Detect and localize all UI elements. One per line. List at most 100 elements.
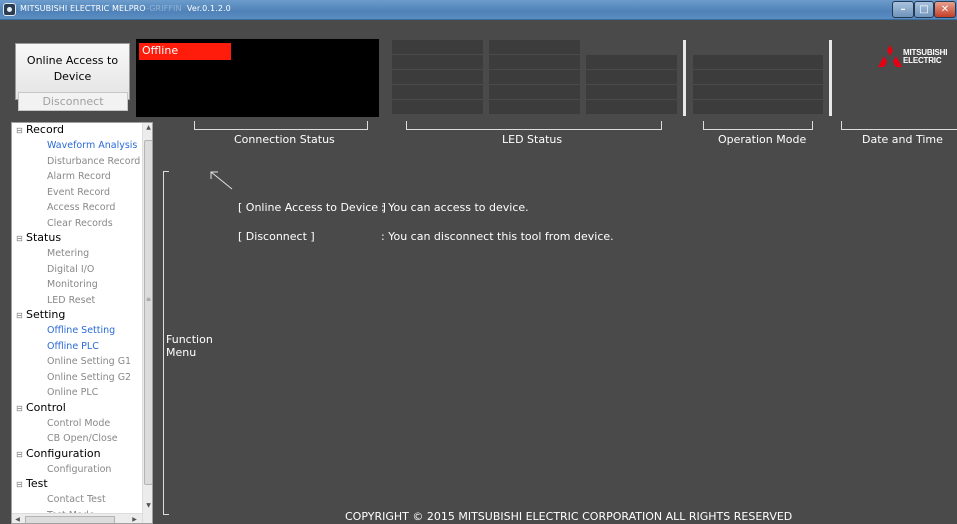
tree-item[interactable]: Monitoring bbox=[12, 277, 142, 293]
collapse-toggle-icon[interactable]: ⊟ bbox=[16, 309, 26, 323]
led-indicator bbox=[489, 55, 580, 69]
collapse-toggle-icon[interactable]: ⊟ bbox=[16, 448, 26, 462]
connection-status-label: Connection Status bbox=[234, 133, 335, 146]
tree-item[interactable]: Online PLC bbox=[12, 385, 142, 401]
led-indicator bbox=[392, 55, 483, 69]
function-menu-label-line1: Function bbox=[166, 333, 213, 346]
led-status-label: LED Status bbox=[502, 133, 563, 146]
operation-mode-indicator bbox=[693, 70, 823, 84]
info-disconnect-desc: : You can disconnect this tool from devi… bbox=[381, 230, 614, 243]
tree-item[interactable]: Access Record bbox=[12, 200, 142, 216]
tree-item[interactable]: Online Setting G2 bbox=[12, 370, 142, 386]
led-indicator bbox=[489, 70, 580, 84]
function-menu-label-line2: Menu bbox=[166, 346, 197, 359]
window-title: MITSUBISHI ELECTRIC MELPRO-GRIFFIN Ver.0… bbox=[20, 4, 231, 13]
led-indicator bbox=[392, 70, 483, 84]
title-version: Ver.0.1.2.0 bbox=[186, 4, 231, 13]
tree-category-label: Record bbox=[26, 123, 65, 136]
led-indicator bbox=[392, 100, 483, 114]
tree-item[interactable]: Control Mode bbox=[12, 416, 142, 432]
collapse-toggle-icon[interactable]: ⊟ bbox=[16, 124, 26, 138]
tree-item[interactable]: Disturbance Record bbox=[12, 154, 142, 170]
led-indicator bbox=[392, 40, 483, 54]
maximize-icon: □ bbox=[919, 4, 929, 15]
minimize-button[interactable]: – bbox=[892, 1, 914, 18]
tree-item[interactable]: Contact Test bbox=[12, 492, 142, 508]
logo-text: MITSUBISHI ELECTRIC bbox=[903, 49, 947, 65]
scroll-down-icon[interactable]: ▼ bbox=[143, 501, 152, 511]
tree-item[interactable]: Waveform Analysis bbox=[12, 138, 142, 154]
led-indicator bbox=[586, 70, 677, 84]
copyright-text: COPYRIGHT © 2015 MITSUBISHI ELECTRIC COR… bbox=[345, 510, 793, 523]
tree-item[interactable]: Offline PLC bbox=[12, 339, 142, 355]
collapse-toggle-icon[interactable]: ⊟ bbox=[16, 478, 26, 492]
close-icon: ✕ bbox=[940, 4, 950, 15]
led-indicator bbox=[489, 100, 580, 114]
scroll-grip-icon: ≡ bbox=[145, 296, 152, 303]
divider bbox=[683, 40, 686, 116]
tree-category-label: Status bbox=[26, 231, 62, 244]
app-icon bbox=[3, 3, 16, 16]
tree-category-label: Control bbox=[26, 400, 66, 414]
led-indicator bbox=[489, 40, 580, 54]
tree-item[interactable]: Clear Records bbox=[12, 216, 142, 232]
scroll-right-icon[interactable]: ▶ bbox=[130, 515, 139, 523]
tree-item[interactable]: Online Setting G1 bbox=[12, 354, 142, 370]
horizontal-scrollbar[interactable]: ◀ ▶ bbox=[12, 513, 142, 523]
divider bbox=[829, 40, 832, 116]
operation-mode-label: Operation Mode bbox=[718, 133, 807, 146]
operation-mode-indicator bbox=[693, 100, 823, 114]
tree-item[interactable]: Offline Setting bbox=[12, 323, 142, 339]
collapse-toggle-icon[interactable]: ⊟ bbox=[16, 402, 26, 416]
minimize-icon: – bbox=[900, 4, 906, 15]
tree-category[interactable]: ⊟ Setting bbox=[12, 308, 142, 323]
logo-text-line2: ELECTRIC bbox=[903, 56, 942, 65]
maximize-button[interactable]: □ bbox=[914, 1, 934, 18]
vertical-scrollbar[interactable]: ▲ ≡ ▼ bbox=[142, 123, 152, 523]
title-bar[interactable]: MITSUBISHI ELECTRIC MELPRO-GRIFFIN Ver.0… bbox=[0, 0, 957, 20]
tree-item[interactable]: LED Reset bbox=[12, 293, 142, 309]
tree-item[interactable]: Metering bbox=[12, 246, 142, 262]
tree-category[interactable]: ⊟ Status bbox=[12, 231, 142, 246]
tree-category[interactable]: ⊟ Record bbox=[12, 123, 142, 138]
led-status-bracket bbox=[406, 121, 662, 130]
tree-category-label: Configuration bbox=[26, 446, 101, 460]
led-indicator bbox=[586, 100, 677, 114]
title-faint: -GRIFFIN bbox=[145, 4, 182, 13]
led-indicator bbox=[392, 85, 483, 99]
tree-content: ⊟ Record Waveform Analysis Disturbance Reco… bbox=[12, 123, 142, 523]
led-indicator bbox=[586, 85, 677, 99]
operation-mode-indicator bbox=[693, 85, 823, 99]
app-window: MITSUBISHI ELECTRIC MELPRO-GRIFFIN Ver.0… bbox=[0, 0, 957, 524]
scroll-thumb[interactable] bbox=[144, 140, 152, 485]
function-menu-label: Function Menu bbox=[166, 333, 213, 359]
connection-state-badge: Offline bbox=[139, 43, 231, 60]
tree-item[interactable]: CB Open/Close bbox=[12, 431, 142, 447]
date-and-time-bracket bbox=[841, 121, 957, 130]
collapse-toggle-icon[interactable]: ⊟ bbox=[16, 232, 26, 246]
three-diamonds-icon bbox=[878, 45, 902, 67]
function-menu-tree[interactable]: ⊟ Record Waveform Analysis Disturbance Reco… bbox=[11, 122, 153, 524]
title-prefix: MITSUBISHI ELECTRIC MELPRO bbox=[20, 4, 146, 13]
close-button[interactable]: ✕ bbox=[934, 1, 956, 18]
led-indicator bbox=[489, 85, 580, 99]
operation-mode-indicator bbox=[693, 55, 823, 69]
tree-item[interactable]: Event Record bbox=[12, 185, 142, 201]
mitsubishi-logo: MITSUBISHI ELECTRIC bbox=[878, 45, 950, 67]
disconnect-button[interactable]: Disconnect bbox=[18, 92, 128, 111]
info-online-key: [ Online Access to Device ] bbox=[238, 201, 386, 214]
tree-category[interactable]: ⊟ Control bbox=[12, 401, 142, 416]
online-access-label: Online Access to Device bbox=[26, 54, 119, 83]
date-and-time-label: Date and Time bbox=[862, 133, 943, 146]
tree-item[interactable]: Configuration bbox=[12, 462, 142, 478]
tree-item[interactable]: Alarm Record bbox=[12, 169, 142, 185]
led-indicator bbox=[586, 55, 677, 69]
info-disconnect-key: [ Disconnect ] bbox=[238, 230, 315, 243]
scroll-left-icon[interactable]: ◀ bbox=[13, 515, 22, 523]
tree-category-label: Setting bbox=[26, 308, 66, 321]
tree-category[interactable]: ⊟ Test bbox=[12, 477, 142, 492]
tree-item[interactable]: Digital I/O bbox=[12, 262, 142, 278]
horizontal-scroll-thumb[interactable] bbox=[25, 516, 115, 523]
tree-category[interactable]: ⊟ Configuration bbox=[12, 447, 142, 462]
scroll-up-icon[interactable]: ▲ bbox=[143, 123, 152, 133]
